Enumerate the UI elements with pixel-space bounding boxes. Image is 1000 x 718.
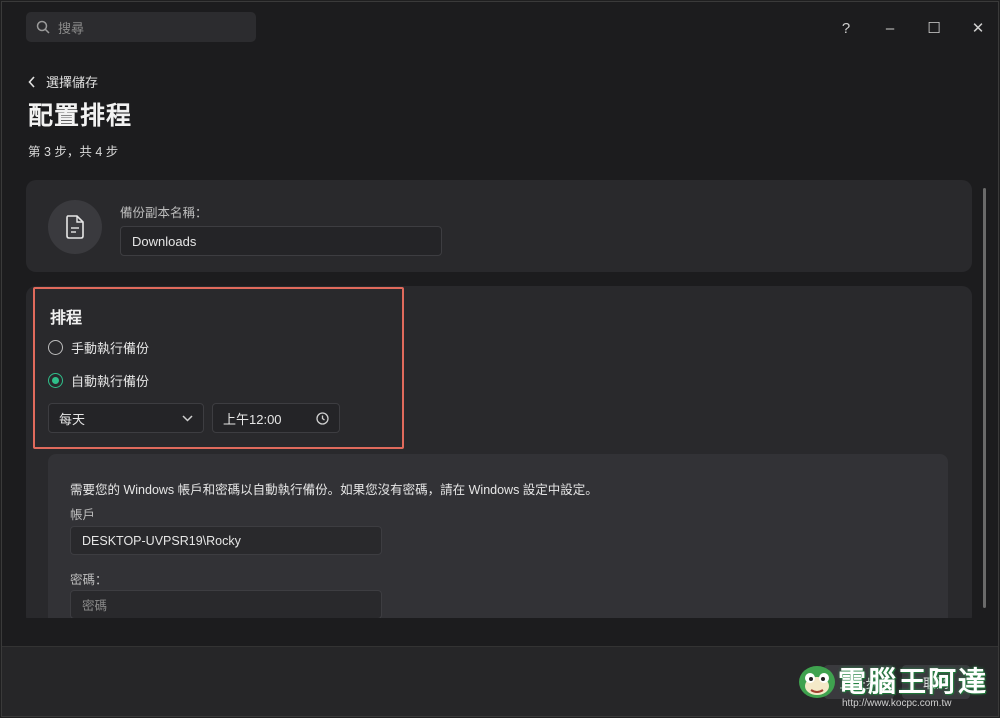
account-value: DESKTOP-UVPSR19\Rocky bbox=[82, 533, 241, 548]
title-bar: 搜尋 ? – ☐ ✕ bbox=[2, 2, 998, 54]
content-scroll-area[interactable]: 備份副本名稱： Downloads 排程 手動執行備份 自動執行備份 每天 上午… bbox=[2, 178, 998, 618]
radio-manual-label: 手動執行備份 bbox=[71, 341, 150, 356]
previous-step-button[interactable]: 上一步 bbox=[824, 665, 894, 699]
back-link[interactable]: 選擇儲存 bbox=[28, 72, 98, 91]
previous-step-label: 上一步 bbox=[839, 675, 879, 691]
radio-manual-backup[interactable]: 手動執行備份 bbox=[48, 338, 149, 357]
radio-auto-backup[interactable]: 自動執行備份 bbox=[48, 371, 149, 390]
maximize-button[interactable]: ☐ bbox=[920, 14, 948, 42]
clock-icon bbox=[316, 411, 329, 425]
password-label: 密碼： bbox=[70, 573, 108, 587]
maximize-icon: ☐ bbox=[927, 20, 941, 37]
file-icon-container bbox=[48, 200, 102, 254]
frequency-select[interactable]: 每天 bbox=[48, 403, 204, 433]
frequency-value: 每天 bbox=[59, 411, 86, 427]
cancel-label: 取消 bbox=[922, 675, 949, 691]
credentials-panel: 需要您的 Windows 帳戶和密碼以自動執行備份。如果您沒有密碼，請在 Win… bbox=[48, 454, 948, 618]
backup-name-label: 備份副本名稱： bbox=[120, 206, 208, 220]
document-icon bbox=[66, 215, 84, 239]
minimize-button[interactable]: – bbox=[876, 14, 904, 42]
help-icon: ? bbox=[841, 19, 851, 37]
close-icon: ✕ bbox=[971, 20, 985, 37]
account-field[interactable]: DESKTOP-UVPSR19\Rocky bbox=[70, 526, 382, 555]
radio-button[interactable] bbox=[48, 340, 63, 355]
step-indicator: 第 3 步，共 4 步 bbox=[28, 145, 119, 159]
help-button[interactable]: ? bbox=[832, 14, 860, 42]
password-field[interactable]: 密碼 bbox=[70, 590, 382, 618]
account-label: 帳戶 bbox=[70, 508, 96, 522]
search-placeholder: 搜尋 bbox=[58, 20, 85, 36]
close-button[interactable]: ✕ bbox=[964, 14, 992, 42]
footer-bar: 上一步 取消 bbox=[2, 646, 998, 716]
backup-name-value: Downloads bbox=[132, 233, 197, 249]
time-value: 上午12:00 bbox=[223, 411, 282, 427]
chevron-left-icon bbox=[28, 75, 35, 88]
time-picker[interactable]: 上午12:00 bbox=[212, 403, 340, 433]
page-title: 配置排程 bbox=[28, 102, 133, 130]
chevron-down-icon bbox=[182, 414, 193, 422]
radio-auto-label: 自動執行備份 bbox=[71, 374, 150, 389]
scrollbar[interactable] bbox=[983, 188, 986, 608]
backup-name-input[interactable]: Downloads bbox=[120, 226, 442, 256]
schedule-title: 排程 bbox=[50, 310, 83, 327]
backup-name-card: 備份副本名稱： Downloads bbox=[26, 180, 972, 272]
radio-button-checked[interactable] bbox=[48, 373, 63, 388]
schedule-card: 排程 手動執行備份 自動執行備份 每天 上午12:00 需要您的 Windows… bbox=[26, 286, 972, 618]
app-window: 搜尋 ? – ☐ ✕ 選擇儲存 配置排程 第 3 步，共 4 步 備份副本名稱：… bbox=[1, 1, 999, 717]
credentials-notice: 需要您的 Windows 帳戶和密碼以自動執行備份。如果您沒有密碼，請在 Win… bbox=[70, 483, 598, 497]
search-box[interactable]: 搜尋 bbox=[26, 12, 256, 42]
minimize-icon: – bbox=[885, 19, 895, 37]
cancel-button[interactable]: 取消 bbox=[902, 665, 970, 699]
password-placeholder: 密碼 bbox=[82, 599, 108, 613]
search-icon bbox=[36, 20, 50, 34]
back-link-label: 選擇儲存 bbox=[46, 75, 99, 90]
